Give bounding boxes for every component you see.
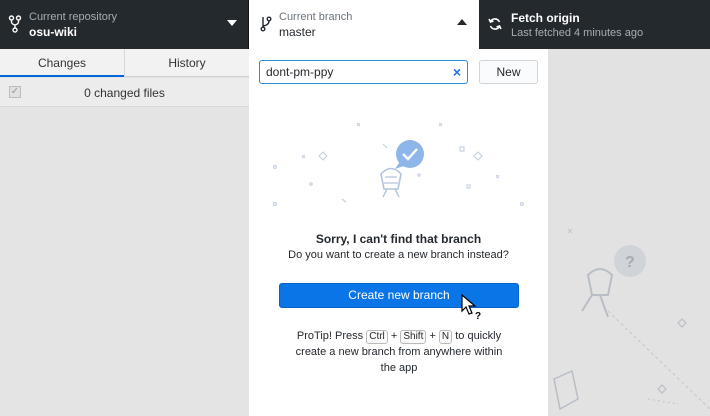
no-match-subtitle: Do you want to create a new branch inste… <box>288 249 509 261</box>
no-branches-illustration <box>273 122 524 206</box>
current-branch-button[interactable]: Current branch master <box>249 0 479 49</box>
chevron-down-icon <box>227 20 237 26</box>
changed-files-header: ✓ 0 changed files <box>0 78 249 107</box>
branch-filter-input[interactable] <box>259 60 468 84</box>
protip-prefix: ProTip! Press <box>296 330 364 342</box>
branch-name: master <box>279 25 316 39</box>
git-branch-icon <box>260 16 272 32</box>
repo-fork-icon <box>8 15 22 33</box>
kbd-n: N <box>438 330 453 344</box>
svg-text:?: ? <box>625 254 635 271</box>
protip-text: ProTip! Press Ctrl + Shift + N to quickl… <box>289 328 509 376</box>
changed-files-count: 0 changed files <box>84 86 165 100</box>
changes-panel: Changes History ✓ 0 changed files <box>0 49 249 416</box>
kbd-plus: + <box>429 330 436 342</box>
fetch-origin-button[interactable]: Fetch origin Last fetched 4 minutes ago <box>479 0 710 49</box>
tab-bar: Changes History <box>0 49 249 77</box>
toolbar: Current repository osu-wiki Current bran… <box>0 0 710 49</box>
kbd-plus: + <box>390 330 398 342</box>
fetch-subtitle: Last fetched 4 minutes ago <box>511 27 644 39</box>
sync-icon <box>488 18 502 30</box>
chevron-up-icon <box>457 19 467 25</box>
tab-history[interactable]: History <box>124 49 249 77</box>
clear-filter-icon[interactable]: × <box>450 64 464 80</box>
svg-text:?: ? <box>475 311 481 320</box>
repository-label: Current repository <box>29 11 118 23</box>
kbd-ctrl: Ctrl <box>366 330 388 344</box>
fetch-title: Fetch origin <box>511 11 580 25</box>
tab-changes[interactable]: Changes <box>0 49 124 77</box>
no-match-title: Sorry, I can't find that branch <box>315 232 482 246</box>
current-repository-button[interactable]: Current repository osu-wiki <box>0 0 249 49</box>
background-illustration: ? <box>548 49 710 416</box>
repository-name: osu-wiki <box>29 25 78 39</box>
new-branch-button[interactable]: New <box>479 60 538 84</box>
branch-label: Current branch <box>279 11 353 23</box>
kbd-shift: Shift <box>400 330 427 344</box>
mouse-cursor-icon: ? <box>461 294 481 320</box>
branch-dropdown: × New Sorry, I can't find that branch Do <box>249 49 548 416</box>
telescope-illustration: ? <box>553 228 710 411</box>
